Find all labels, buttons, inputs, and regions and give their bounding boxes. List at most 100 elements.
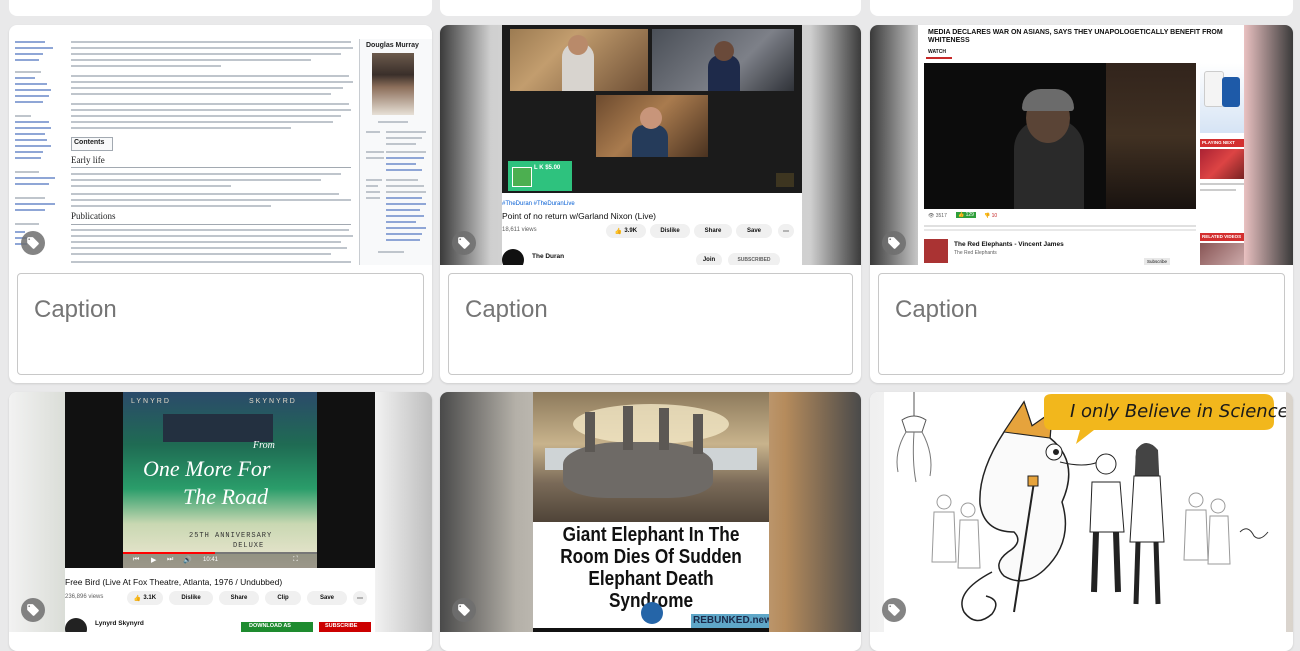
- card-top-1: [9, 0, 432, 16]
- subscribe-label: SUBSCRIBE: [325, 623, 358, 629]
- wiki-heading-publications: Publications: [71, 211, 120, 221]
- wiki-infobox-title: Douglas Murray: [366, 42, 419, 49]
- tag-button[interactable]: [882, 231, 906, 255]
- thumbnail[interactable]: LYNYRD SKYNYRD From One More For The Roa…: [9, 392, 432, 632]
- more-actions-button[interactable]: ⋯: [778, 224, 794, 238]
- fullscreen-icon[interactable]: ⛶: [293, 556, 298, 564]
- tag-button[interactable]: [452, 598, 476, 622]
- save-button[interactable]: Save: [307, 591, 347, 605]
- card-top-3: [870, 0, 1293, 16]
- channel-avatar[interactable]: [502, 249, 524, 265]
- like-button[interactable]: 👍 3.1K: [127, 591, 163, 605]
- media-card-wiki[interactable]: Contents Early life Publications Douglas…: [9, 25, 432, 383]
- album-title-line2: The Road: [183, 484, 268, 509]
- channel-subname: The Red Elephants: [954, 250, 997, 256]
- meme-headline: Giant Elephant In The Room Dies Of Sudde…: [560, 524, 742, 612]
- guest-frame-1: [510, 29, 648, 91]
- video-stats-bar: 👁 3517 👍 129 👎 10: [928, 212, 998, 219]
- playing-next-banner: PLAYING NEXT: [1200, 139, 1244, 147]
- subscribe-button[interactable]: SUBSCRIBE: [319, 622, 371, 632]
- cartoon-image: I only Believe in Science.: [884, 392, 1286, 632]
- related-video-thumb[interactable]: [1200, 243, 1244, 265]
- dislike-button[interactable]: Dislike: [650, 224, 690, 238]
- wiki-contents[interactable]: Contents: [74, 139, 104, 146]
- room-photo: [533, 392, 769, 522]
- youtube-screenshot: LYNYRD SKYNYRD From One More For The Roa…: [65, 392, 375, 632]
- tag-button[interactable]: [21, 231, 45, 255]
- thumbnail[interactable]: L K $5.00 #TheDuran #TheDuranLive Point …: [440, 25, 861, 265]
- wiki-screenshot: Contents Early life Publications Douglas…: [9, 25, 432, 265]
- related-videos-label: RELATED VIDEOS: [1202, 234, 1242, 239]
- more-actions-button[interactable]: ⋯: [353, 591, 367, 605]
- guest-frame-3: [596, 95, 708, 157]
- tag-icon: [888, 237, 900, 249]
- thumbnail[interactable]: Giant Elephant In The Room Dies Of Sudde…: [440, 392, 861, 632]
- subscribed-button[interactable]: SUBSCRIBED: [728, 253, 780, 265]
- caption-input[interactable]: Caption: [448, 273, 853, 375]
- dislike-button[interactable]: Dislike: [169, 591, 213, 605]
- clip-button[interactable]: Clip: [265, 591, 301, 605]
- dislike-label: Dislike: [181, 595, 201, 601]
- like-count: 3.9K: [624, 228, 638, 234]
- volume-icon[interactable]: 🔊: [183, 556, 192, 564]
- player-controls[interactable]: ⏮ ▶ ⏭ 🔊 10:41 ⛶: [123, 552, 317, 568]
- download-label: DOWNLOAD AS: [249, 623, 291, 629]
- media-card-elephant[interactable]: Giant Elephant In The Room Dies Of Sudde…: [440, 392, 861, 651]
- view-count: 3517: [935, 213, 947, 219]
- share-button[interactable]: Share: [219, 591, 259, 605]
- wiki-heading-early-life: Early life: [71, 155, 105, 165]
- tag-button[interactable]: [882, 598, 906, 622]
- guest-frame-2: [652, 29, 794, 91]
- tag-button[interactable]: [21, 598, 45, 622]
- video-player: [924, 63, 1196, 209]
- like-button[interactable]: 👍 3.9K: [606, 224, 646, 238]
- video-hashtags[interactable]: #TheDuran #TheDuranLive: [502, 201, 575, 207]
- caption-input[interactable]: Caption: [17, 273, 424, 375]
- video-player: L K $5.00: [502, 25, 802, 193]
- subscribed-label: SUBSCRIBED: [737, 257, 771, 263]
- download-button[interactable]: DOWNLOAD AS: [241, 622, 313, 632]
- video-title: Free Bird (Live At Fox Theatre, Atlanta,…: [65, 577, 283, 587]
- thumbnail[interactable]: MEDIA DECLARES WAR ON ASIANS, SAYS THEY …: [870, 25, 1293, 265]
- join-label: Join: [702, 257, 716, 263]
- like-count: 129: [965, 212, 974, 218]
- media-card-duran[interactable]: L K $5.00 #TheDuran #TheDuranLive Point …: [440, 25, 861, 383]
- article-headline: MEDIA DECLARES WAR ON ASIANS, SAYS THEY …: [928, 29, 1223, 44]
- album-from: From: [253, 440, 275, 451]
- media-card-cartoon[interactable]: I only Believe in Science.: [870, 392, 1293, 651]
- channel-name[interactable]: Lynyrd Skynyrd: [95, 620, 144, 627]
- next-icon[interactable]: ⏭: [167, 556, 173, 564]
- card-top-2: [440, 0, 861, 16]
- channel-avatar[interactable]: [65, 618, 87, 632]
- channel-name[interactable]: The Red Elephants - Vincent James: [954, 241, 1064, 248]
- share-label: Share: [230, 595, 248, 601]
- watch-tab[interactable]: WATCH: [928, 49, 946, 55]
- media-card-skynyrd[interactable]: LYNYRD SKYNYRD From One More For The Roa…: [9, 392, 432, 651]
- video-views: 236,896 views: [65, 594, 104, 600]
- rebunked-brand: REBUNKED.news: [693, 615, 769, 626]
- tag-button[interactable]: [452, 231, 476, 255]
- video-title: Point of no return w/Garland Nixon (Live…: [502, 211, 657, 221]
- video-player: LYNYRD SKYNYRD From One More For The Roa…: [65, 392, 375, 568]
- clip-label: Clip: [277, 595, 289, 601]
- caption-input[interactable]: Caption: [878, 273, 1285, 375]
- tag-icon: [458, 604, 470, 616]
- play-icon[interactable]: ▶: [151, 556, 156, 564]
- save-label: Save: [319, 595, 334, 601]
- channel-name[interactable]: The Duran: [532, 253, 564, 260]
- channel-avatar[interactable]: [924, 239, 948, 263]
- video-site-screenshot: MEDIA DECLARES WAR ON ASIANS, SAYS THEY …: [918, 25, 1244, 265]
- subscribe-button[interactable]: Subscribe: [1144, 258, 1171, 265]
- previous-icon[interactable]: ⏮: [133, 556, 139, 564]
- next-video-thumb[interactable]: [1200, 149, 1244, 179]
- thumbnail[interactable]: I only Believe in Science.: [870, 392, 1293, 632]
- dislike-label: Dislike: [660, 228, 680, 234]
- youtube-screenshot: L K $5.00 #TheDuran #TheDuranLive Point …: [502, 25, 802, 265]
- ad-supplement: [1200, 63, 1244, 133]
- thumbnail[interactable]: Contents Early life Publications Douglas…: [9, 25, 432, 265]
- save-button[interactable]: Save: [736, 224, 772, 238]
- media-card-asians[interactable]: MEDIA DECLARES WAR ON ASIANS, SAYS THEY …: [870, 25, 1293, 383]
- share-button[interactable]: Share: [694, 224, 732, 238]
- join-button[interactable]: Join: [696, 253, 722, 265]
- superchat-amount: L K $5.00: [534, 165, 561, 171]
